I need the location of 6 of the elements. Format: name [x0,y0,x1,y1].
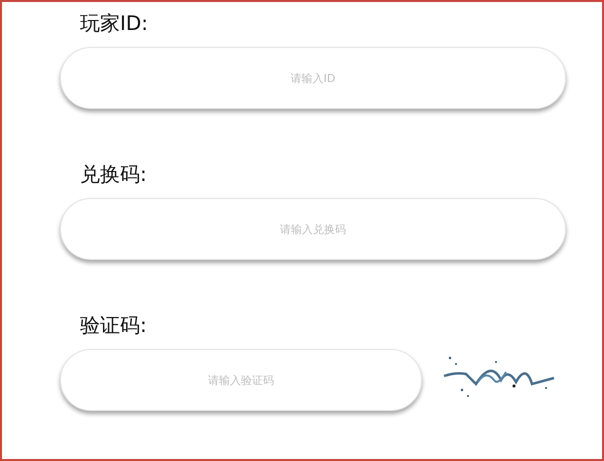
input-field[interactable]: 请输入ID [60,47,566,109]
input-field[interactable]: 请输入验证码 [60,349,422,411]
field-label: 兑换码: [79,161,148,188]
input-field[interactable]: 请输入兑换码 [60,198,566,260]
field-label: 玩家ID: [79,10,150,37]
field-label: 验证码: [79,312,148,339]
